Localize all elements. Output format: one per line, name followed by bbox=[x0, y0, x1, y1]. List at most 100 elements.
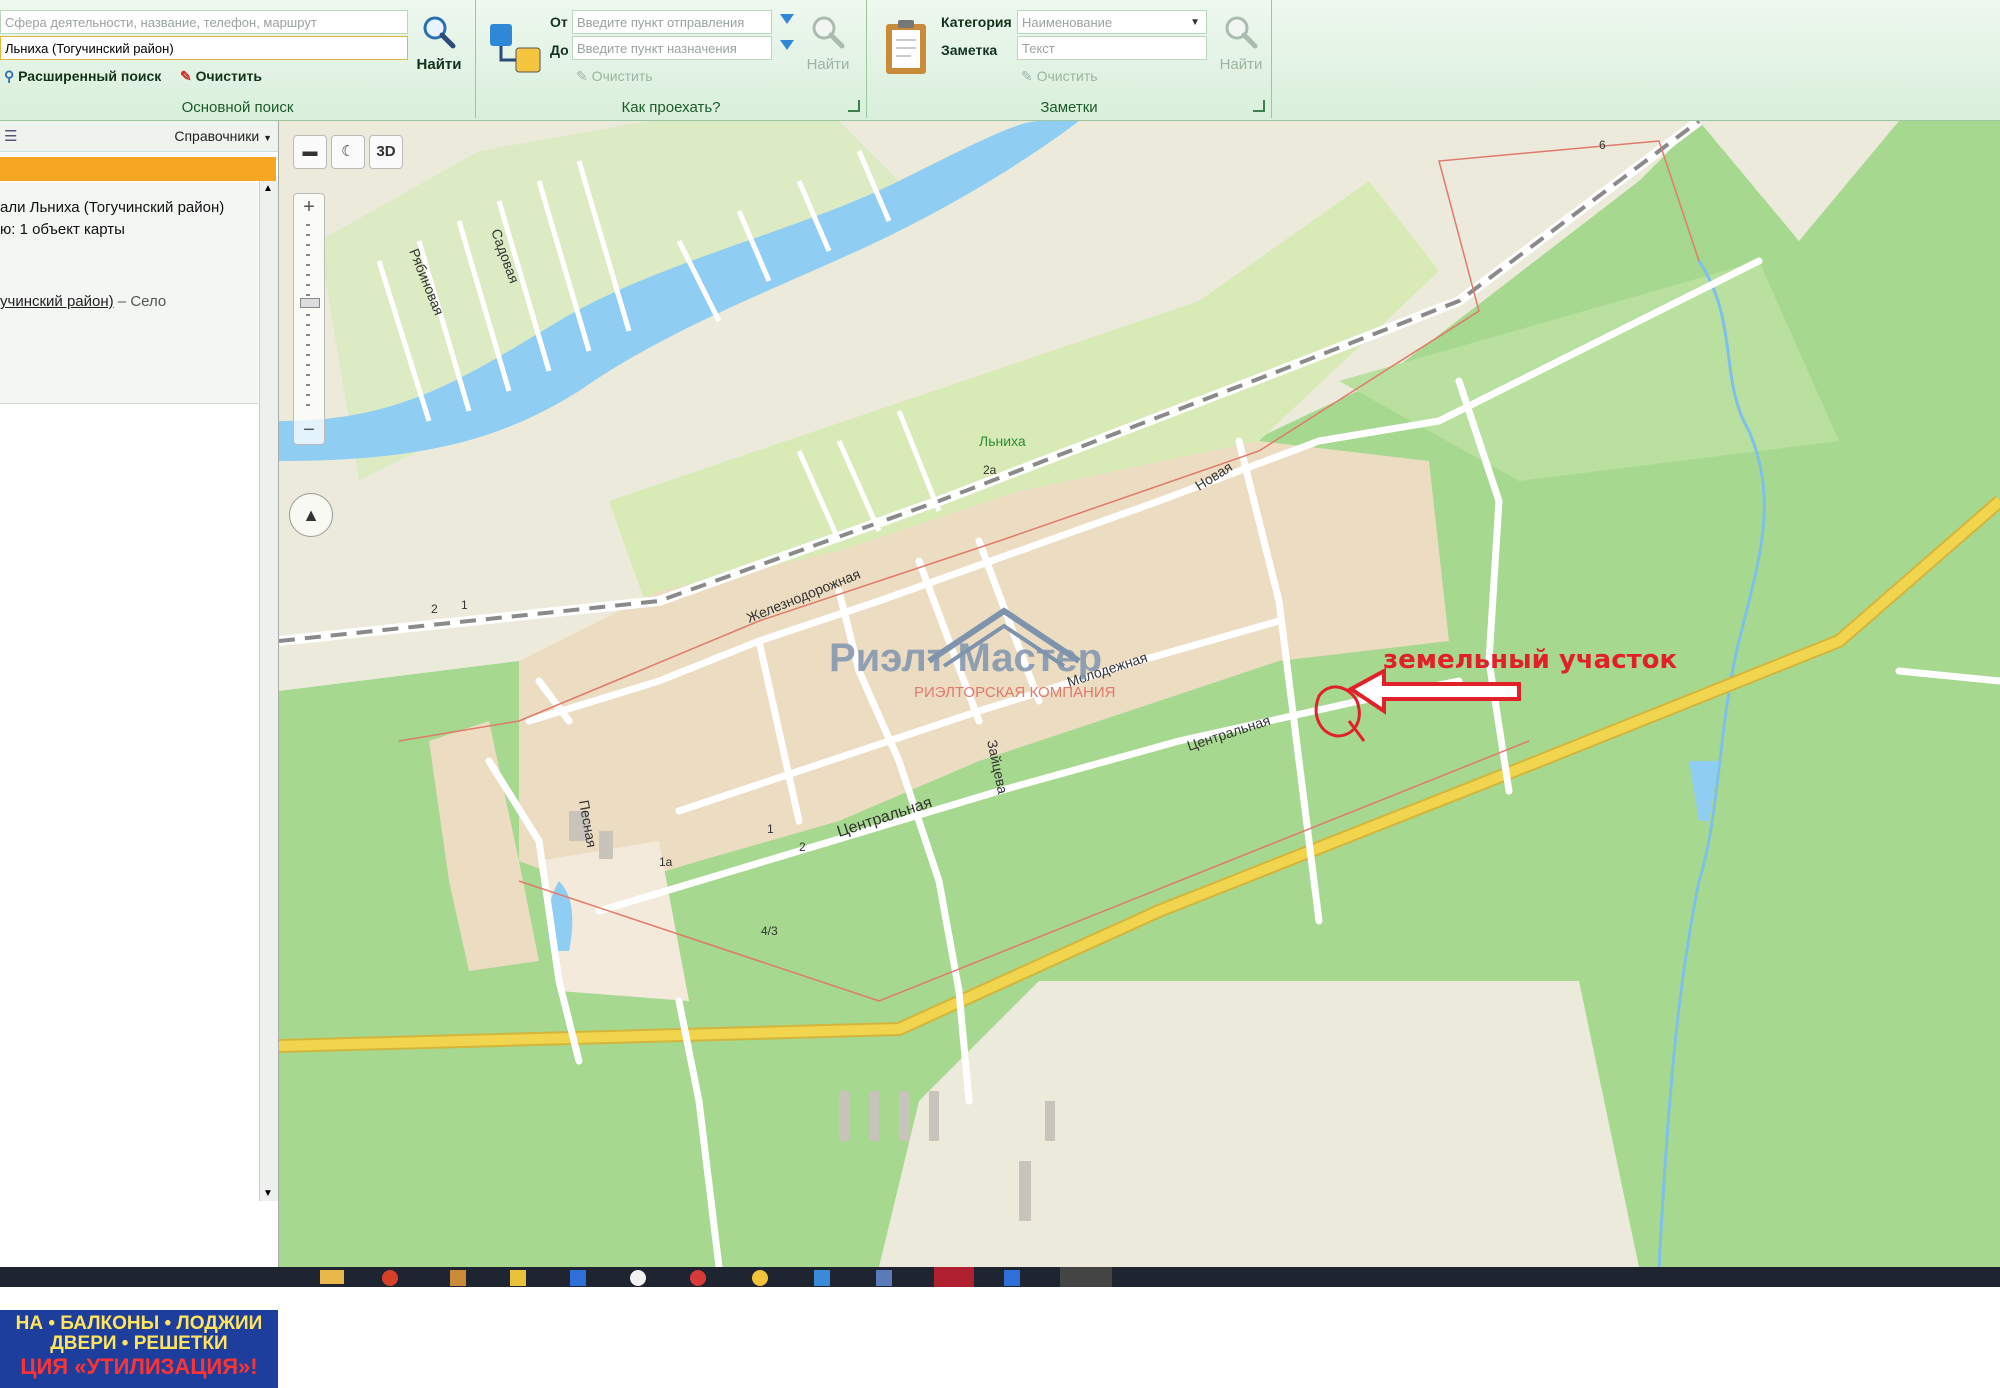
directories-dropdown[interactable]: Справочники ▼ bbox=[174, 128, 272, 144]
notes-clear-label: Очистить bbox=[1036, 68, 1098, 84]
main-search-group-title: Основной поиск bbox=[181, 99, 294, 116]
main-search-find-label: Найти bbox=[416, 56, 462, 73]
route-icon bbox=[490, 24, 541, 73]
house-number-1a: 1а bbox=[659, 855, 673, 869]
magnifier-icon bbox=[1225, 16, 1258, 49]
taskbar-app-icon[interactable] bbox=[1004, 1270, 1020, 1286]
taskbar-app-icon[interactable] bbox=[1060, 1267, 1112, 1287]
taskbar-app-icon[interactable] bbox=[690, 1270, 706, 1286]
taskbar-app-icon[interactable] bbox=[510, 1270, 526, 1286]
advanced-search-label: Расширенный поиск bbox=[18, 68, 162, 84]
compass-button[interactable]: ▲ bbox=[289, 493, 333, 537]
chevron-down-icon: ▼ bbox=[1190, 17, 1200, 28]
annotation-label: земельный участок bbox=[1383, 645, 1678, 675]
taskbar-app-icon[interactable] bbox=[450, 1270, 466, 1286]
night-mode-button[interactable]: ☾ bbox=[331, 135, 365, 169]
taskbar-browser-icon[interactable] bbox=[382, 1270, 398, 1286]
moon-icon: ☾ bbox=[341, 143, 355, 160]
taskbar-app-icon[interactable] bbox=[630, 1270, 646, 1286]
house-number-2-b: 2 bbox=[799, 840, 806, 854]
taskbar bbox=[0, 1267, 2000, 1287]
ruler-icon: ▬ bbox=[302, 143, 318, 160]
results-header-bar bbox=[0, 157, 276, 181]
ruler-tool-button[interactable]: ▬ bbox=[293, 135, 327, 169]
notes-category-select[interactable]: Наименование ▼ bbox=[1017, 10, 1207, 34]
advanced-search-icon: ⚲ bbox=[4, 68, 15, 84]
route-group-title: Как проехать? bbox=[621, 99, 721, 116]
main-clear-label: Очистить bbox=[195, 68, 262, 84]
eraser-icon: ✎ bbox=[576, 68, 588, 84]
route-swap-icon[interactable] bbox=[776, 10, 798, 62]
notes-find-label: Найти bbox=[1219, 56, 1263, 73]
route-find-label: Найти bbox=[806, 56, 850, 73]
promo-banner[interactable]: НА • БАЛКОНЫ • ЛОДЖИИ ДВЕРИ • РЕШЕТКИ ЦИ… bbox=[0, 1310, 278, 1388]
house-number-1-b: 1 bbox=[767, 822, 774, 836]
main-search-find-button[interactable]: Найти bbox=[414, 12, 464, 73]
house-number-1: 1 bbox=[461, 598, 468, 612]
eraser-icon: ✎ bbox=[180, 68, 192, 84]
promo-line-1: НА • БАЛКОНЫ • ЛОДЖИИ bbox=[15, 1313, 263, 1334]
house-number-2: 2 bbox=[431, 602, 438, 616]
taskbar-app-icon[interactable] bbox=[814, 1270, 830, 1286]
scroll-down-icon[interactable]: ▼ bbox=[263, 1188, 273, 1199]
route-from-input[interactable]: Введите пункт отправления bbox=[572, 10, 772, 34]
list-icon[interactable]: ☰ bbox=[4, 127, 17, 145]
main-clear-button[interactable]: ✎ Очистить bbox=[180, 68, 262, 85]
result-link[interactable]: учинский район) bbox=[0, 293, 114, 310]
taskbar-app-icon[interactable] bbox=[876, 1270, 892, 1286]
result-type: – Село bbox=[113, 293, 167, 310]
route-clear-button[interactable]: ✎ Очистить bbox=[576, 68, 653, 85]
chevron-down-icon: ▼ bbox=[263, 133, 272, 143]
left-panel: ☰ Справочники ▼ али Льниха (Тогучинский … bbox=[0, 121, 279, 1388]
route-find-button[interactable]: Найти bbox=[800, 12, 856, 73]
taskbar-app-icon[interactable] bbox=[570, 1270, 586, 1286]
result-title: али Льниха (Тогучинский район) bbox=[0, 199, 225, 216]
route-to-label: До bbox=[550, 42, 569, 58]
search-query-input[interactable]: Льниха (Тогучинский район) bbox=[0, 36, 408, 60]
map-viewport[interactable]: Садовая Рябиновая Новая Железнодорожная … bbox=[279, 121, 2000, 1267]
advanced-search-button[interactable]: ⚲ Расширенный поиск bbox=[4, 68, 161, 85]
promo-line-3: ЦИЯ «УТИЛИЗАЦИЯ»! bbox=[20, 1354, 258, 1379]
eraser-icon: ✎ bbox=[1021, 68, 1033, 84]
taskbar-app-icon[interactable] bbox=[752, 1270, 768, 1286]
route-to-input[interactable]: Введите пункт назначения bbox=[572, 36, 772, 60]
result-count: ю: 1 объект карты bbox=[0, 221, 125, 238]
left-panel-scrollbar[interactable]: ▲ ▼ bbox=[259, 181, 278, 1201]
zoom-in-icon[interactable]: + bbox=[294, 196, 324, 219]
taskbar-app-icon[interactable] bbox=[934, 1267, 974, 1287]
route-dialog-launcher-icon[interactable] bbox=[848, 100, 860, 112]
watermark-name: Риэлт Мастер bbox=[829, 636, 1102, 680]
map-canvas[interactable]: Садовая Рябиновая Новая Железнодорожная … bbox=[279, 121, 2000, 1267]
notes-find-button[interactable]: Найти bbox=[1213, 12, 1269, 73]
compass-icon: ▲ bbox=[302, 505, 320, 525]
watermark-subtitle: РИЭЛТОРСКАЯ КОМПАНИЯ bbox=[914, 684, 1115, 701]
clipboard-icon bbox=[886, 20, 926, 74]
route-clear-label: Очистить bbox=[591, 68, 653, 84]
taskbar-explorer-icon[interactable] bbox=[320, 1270, 344, 1284]
result-item[interactable]: учинский район) – Село bbox=[0, 293, 166, 310]
search-query-placeholder-field[interactable]: Сфера деятельности, название, телефон, м… bbox=[0, 10, 408, 34]
notes-group: Категория Заметка Наименование ▼ Текст Н… bbox=[867, 0, 1272, 118]
magnifier-icon bbox=[423, 16, 456, 49]
scroll-up-icon[interactable]: ▲ bbox=[263, 183, 273, 194]
zoom-out-icon[interactable]: − bbox=[294, 419, 324, 442]
notes-category-label: Категория bbox=[941, 14, 1012, 30]
left-panel-toolbar: ☰ Справочники ▼ bbox=[0, 121, 278, 152]
notes-group-title: Заметки bbox=[1040, 99, 1098, 116]
zoom-slider-handle[interactable] bbox=[300, 298, 320, 308]
magnifier-icon bbox=[812, 16, 845, 49]
notes-category-value: Наименование bbox=[1022, 15, 1113, 30]
toggle-3d-button[interactable]: 3D bbox=[369, 135, 403, 169]
zoom-slider-track[interactable] bbox=[306, 224, 310, 414]
house-number-4-3: 4/3 bbox=[761, 924, 778, 938]
place-label-lniha: Льниха bbox=[979, 433, 1026, 449]
ribbon-toolbar: Сфера деятельности, название, телефон, м… bbox=[0, 0, 2000, 121]
notes-note-label: Заметка bbox=[941, 42, 998, 58]
notes-dialog-launcher-icon[interactable] bbox=[1253, 100, 1265, 112]
notes-text-input[interactable]: Текст bbox=[1017, 36, 1207, 60]
house-number-2a: 2а bbox=[983, 463, 997, 477]
route-from-label: От bbox=[550, 14, 568, 30]
zoom-control[interactable]: + − bbox=[293, 193, 325, 445]
notes-clear-button[interactable]: ✎ Очистить bbox=[1021, 68, 1098, 85]
directories-label: Справочники bbox=[174, 128, 260, 144]
